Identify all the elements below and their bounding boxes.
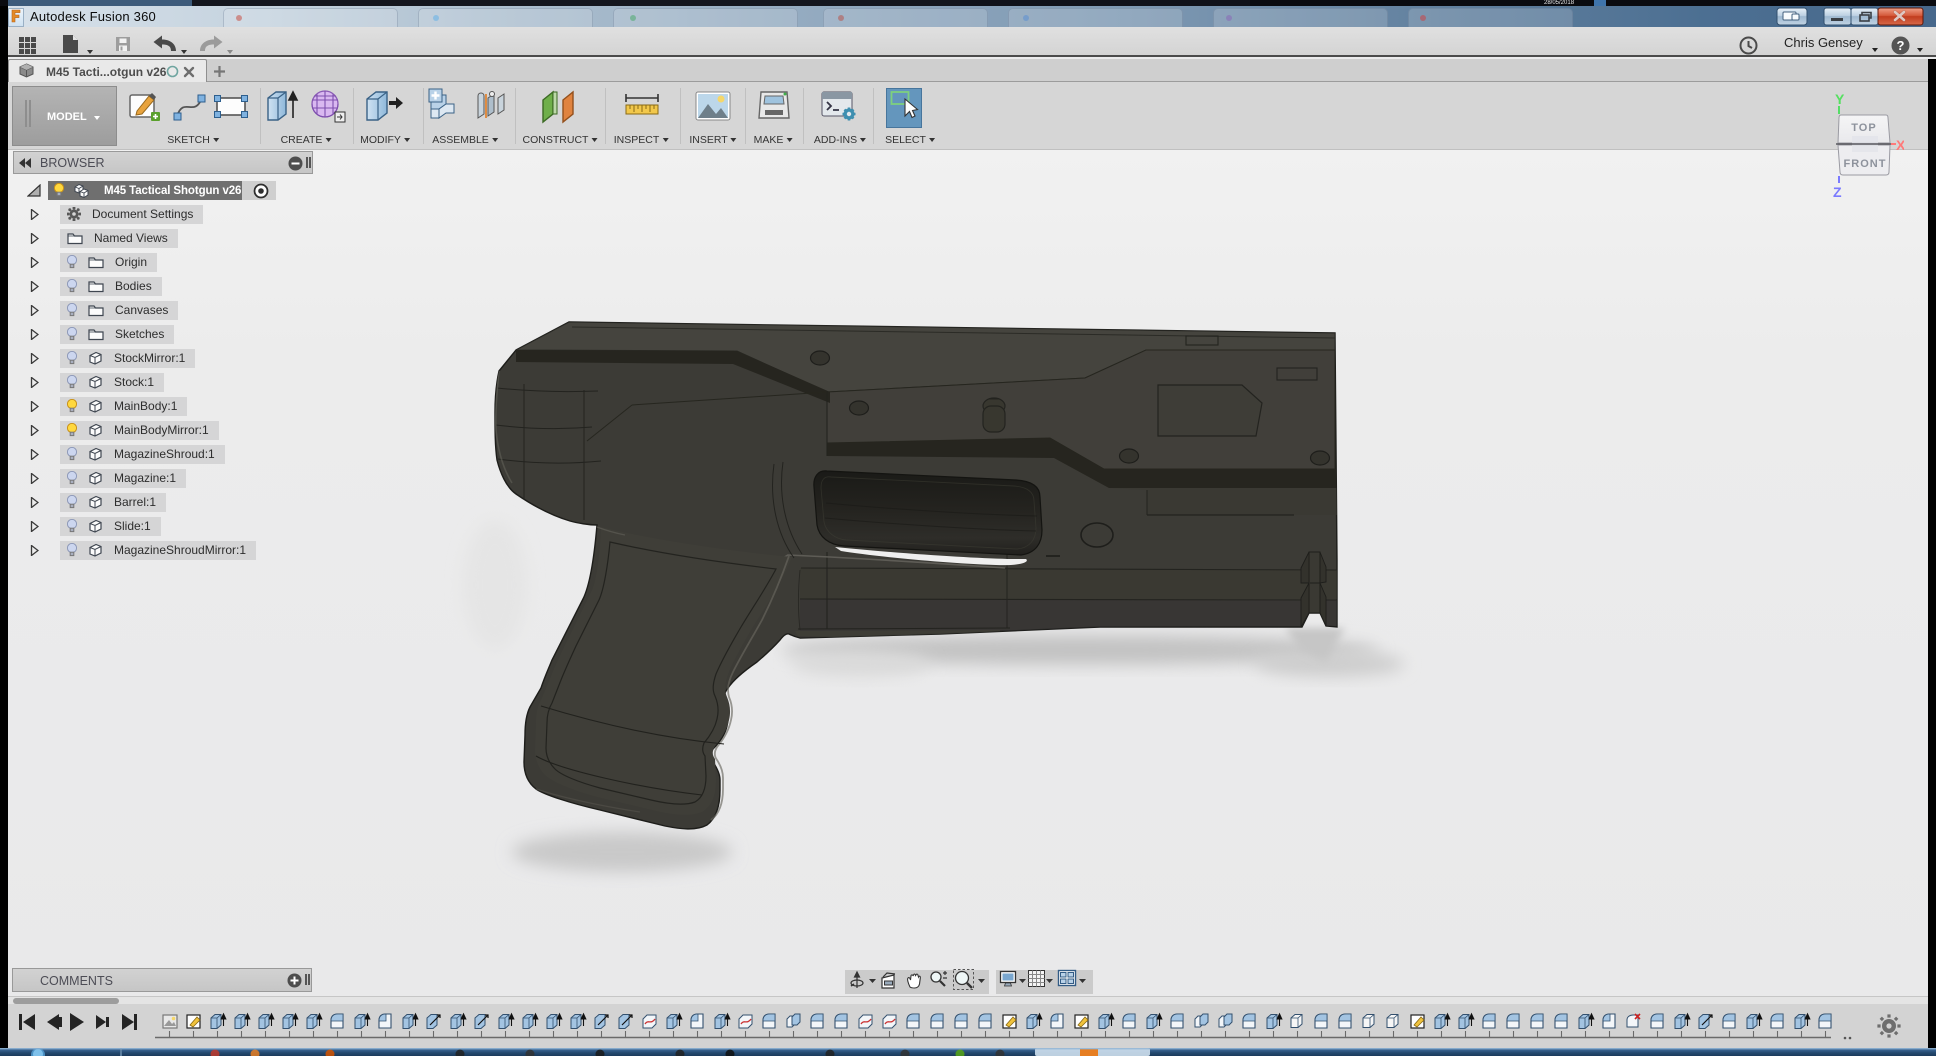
svg-text:Z: Z: [1833, 184, 1842, 200]
svg-text:FRONT: FRONT: [1844, 158, 1887, 170]
svg-text:Y: Y: [1835, 91, 1845, 107]
svg-text:?: ?: [1897, 38, 1905, 53]
svg-text:X: X: [1896, 137, 1904, 153]
svg-text:TOP: TOP: [1851, 122, 1876, 134]
